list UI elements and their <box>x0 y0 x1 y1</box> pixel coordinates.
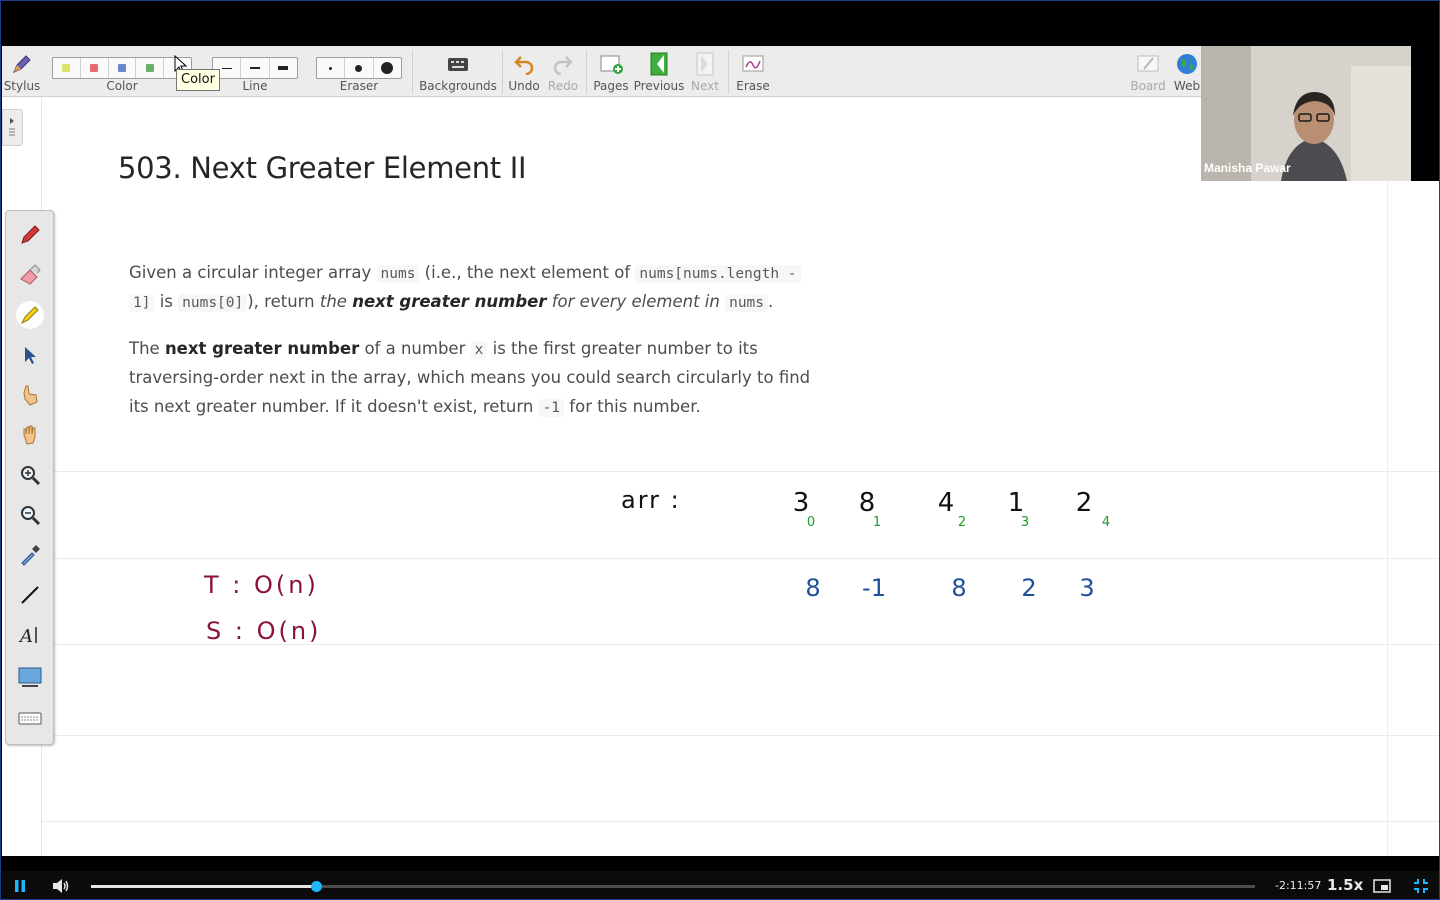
array-value: 1 <box>1008 488 1025 518</box>
array-value: 4 <box>938 488 955 518</box>
array-value: 3 <box>793 488 810 518</box>
picture-in-picture-icon <box>1373 879 1391 893</box>
array-index: 3 <box>1021 515 1029 530</box>
progress-handle[interactable] <box>310 881 322 892</box>
picture-in-picture-button[interactable] <box>1373 878 1391 899</box>
result-value: 3 <box>1079 574 1094 602</box>
exit-fullscreen-button[interactable] <box>1413 878 1429 899</box>
time-remaining: -2:11:57 <box>1275 879 1322 892</box>
exit-fullscreen-icon <box>1414 879 1428 893</box>
pause-button[interactable] <box>13 879 27 898</box>
progress-fill <box>91 885 316 888</box>
volume-button[interactable] <box>52 878 70 899</box>
array-index: 2 <box>958 515 966 530</box>
result-value: 2 <box>1021 574 1036 602</box>
video-player-controls: -2:11:57 1.5x <box>2 871 1439 899</box>
arr-label: arr : <box>621 486 681 514</box>
result-value: 8 <box>805 574 820 602</box>
result-value: 8 <box>951 574 966 602</box>
progress-bar[interactable] <box>91 881 1255 892</box>
video-frame: Stylus Color Line Eraser Backgrounds Und… <box>0 0 1440 900</box>
result-value: -1 <box>862 574 886 602</box>
presenter-name: Manisha Pawar <box>1204 161 1291 175</box>
array-value: 2 <box>1076 488 1093 518</box>
array-value: 8 <box>859 488 876 518</box>
array-index: 4 <box>1102 515 1110 530</box>
array-index: 0 <box>807 515 815 530</box>
playback-speed-button[interactable]: 1.5x <box>1327 876 1363 894</box>
webcam-margin <box>1411 46 1439 181</box>
volume-icon <box>53 879 69 893</box>
array-index: 1 <box>873 515 881 530</box>
pause-icon <box>15 880 25 892</box>
color-tooltip: Color <box>176 69 220 91</box>
time-complexity-note: T : O(n) <box>203 571 319 599</box>
space-complexity-note: S : O(n) <box>206 617 321 645</box>
